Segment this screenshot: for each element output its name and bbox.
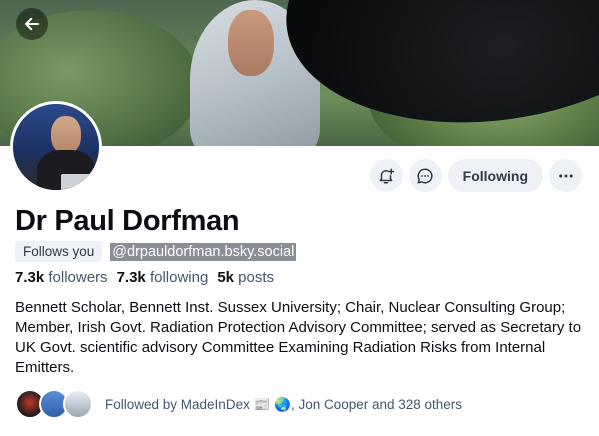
posts-label: posts: [238, 269, 275, 286]
message-button[interactable]: [408, 159, 442, 192]
profile-actions: Following: [369, 159, 582, 192]
back-arrow-icon: [25, 17, 39, 31]
notify-button[interactable]: [369, 159, 403, 192]
back-button[interactable]: [16, 8, 48, 40]
bell-plus-icon: [379, 168, 395, 183]
ellipsis-icon: [558, 174, 573, 177]
display-name: Dr Paul Dorfman: [15, 205, 240, 237]
profile-bio: Bennett Scholar, Bennett Inst. Sussex Un…: [15, 299, 582, 376]
followers-label: followers: [48, 269, 108, 286]
follows-you-badge: Follows you: [15, 241, 103, 262]
avatar[interactable]: [10, 101, 102, 193]
followed-by-text: Followed by MadeInDex 📰 🌏, Jon Cooper an…: [105, 397, 463, 412]
posts-count: 5k: [217, 269, 234, 286]
followers-count: 7.3k: [15, 269, 45, 286]
posts-stat: 5k posts: [217, 269, 274, 286]
following-button[interactable]: Following: [447, 159, 543, 192]
more-button[interactable]: [549, 159, 582, 192]
chat-bubble-icon: [417, 167, 433, 183]
following-count: 7.3k: [116, 269, 146, 286]
profile-handle: @drpauldorfman.bsky.social: [110, 242, 297, 261]
profile-stats: 7.3k followers 7.3k following 5k posts: [15, 269, 274, 286]
following-label: following: [149, 269, 209, 286]
followed-by-row[interactable]: Followed by MadeInDex 📰 🌏, Jon Cooper an…: [15, 389, 462, 421]
following-stat[interactable]: 7.3k following: [117, 269, 209, 286]
followers-stat[interactable]: 7.3k followers: [15, 269, 108, 286]
follower-avatars: [15, 389, 95, 421]
follower-avatar: [63, 389, 93, 419]
handle-row: Follows you @drpauldorfman.bsky.social: [15, 241, 297, 262]
